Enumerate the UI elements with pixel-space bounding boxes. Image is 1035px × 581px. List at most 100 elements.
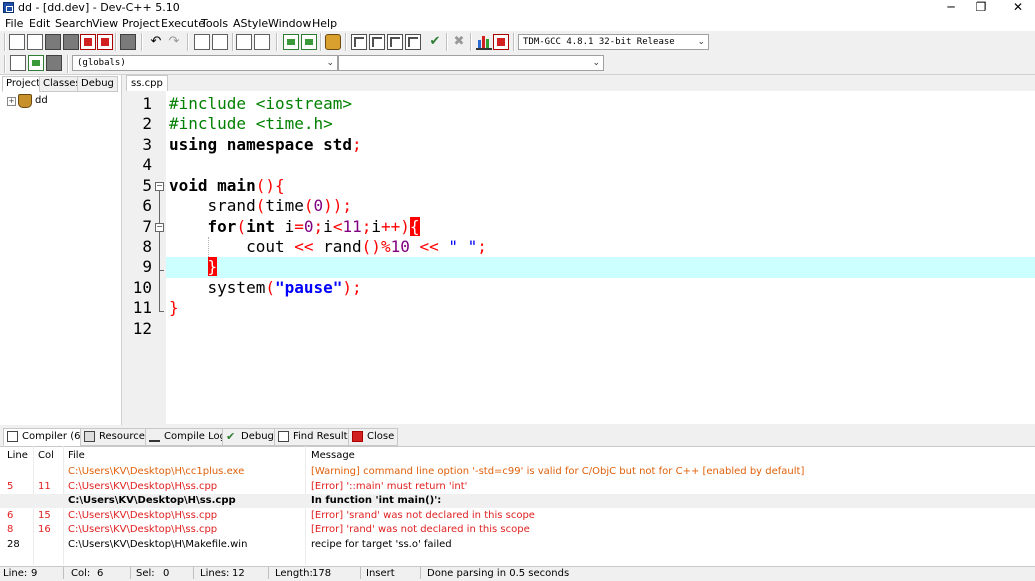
code-token: < (332, 217, 343, 236)
code-token: ( (303, 196, 314, 215)
status-col-value: 6 (97, 568, 104, 579)
menu-tools[interactable]: Tools (201, 17, 228, 30)
line-number: 6 (142, 196, 152, 215)
column-header-message[interactable]: Message (311, 450, 355, 461)
table-row[interactable]: 6 15 C:\Users\KV\Desktop\H\ss.cpp [Error] '… (0, 509, 1035, 523)
tab-compile-log[interactable]: Compile Log (145, 428, 230, 446)
code-line-9: } (169, 257, 218, 277)
tab-close[interactable]: Close (348, 428, 399, 446)
status-length-value: 178 (312, 568, 332, 579)
menu-astyle[interactable]: AStyle (233, 17, 268, 30)
code-token: i (371, 217, 381, 236)
line-number: 8 (142, 237, 152, 256)
cell-file: C:\Users\KV\Desktop\H\ss.cpp (68, 524, 218, 535)
tab-compiler[interactable]: Compiler (6) (3, 428, 89, 446)
stop-execution-icon[interactable]: ✖ (451, 34, 467, 50)
editor-tab-ss-cpp[interactable]: ss.cpp (126, 75, 168, 91)
menu-help[interactable]: Help (312, 17, 337, 30)
status-separator (193, 567, 194, 579)
compile-icon[interactable] (351, 34, 367, 50)
column-header-file[interactable]: File (68, 450, 85, 461)
menu-edit[interactable]: Edit (29, 17, 50, 30)
toolbar-separator (345, 33, 347, 51)
menu-file[interactable]: File (5, 17, 23, 30)
save-all-icon[interactable] (63, 34, 79, 50)
find-icon[interactable] (194, 34, 210, 50)
code-line-6: srand(time(0)); (169, 196, 353, 216)
project-options-icon[interactable] (325, 34, 341, 50)
table-row[interactable]: C:\Users\KV\Desktop\H\ss.cpp In function … (0, 494, 1035, 508)
table-row[interactable]: 28 C:\Users\KV\Desktop\H\Makefile.win reci… (0, 538, 1035, 552)
code-line-1: #include <iostream> (169, 94, 352, 114)
member-select[interactable]: ⌄ (338, 55, 604, 71)
table-row[interactable]: 8 16 C:\Users\KV\Desktop\H\ss.cpp [Error] '… (0, 523, 1035, 537)
line-number: 7 (142, 217, 152, 236)
replace-icon[interactable] (212, 34, 228, 50)
compiler-select-value: TDM-GCC 4.8.1 32-bit Release (523, 37, 675, 47)
code-token: i (323, 217, 333, 236)
class-select[interactable]: (globals) ⌄ (72, 55, 338, 71)
code-token: for (169, 217, 237, 236)
run-icon[interactable] (369, 34, 385, 50)
tab-project[interactable]: Project (2, 76, 45, 92)
column-header-line[interactable]: Line (7, 450, 28, 461)
new-file-icon[interactable] (9, 34, 25, 50)
open-file-icon[interactable] (27, 34, 43, 50)
compiler-select[interactable]: TDM-GCC 4.8.1 32-bit Release ⌄ (518, 34, 709, 50)
code-token: 0 (313, 196, 324, 215)
goto-bookmark-icon[interactable] (46, 55, 62, 71)
tab-debug-output[interactable]: ✔ Debug (222, 428, 278, 446)
project-icon (18, 94, 32, 108)
menu-window[interactable]: Window (268, 17, 311, 30)
print-icon[interactable] (120, 34, 136, 50)
status-line-value: 9 (31, 568, 38, 579)
cell-message: [Error] 'srand' was not declared in this… (311, 510, 535, 521)
compile-run-icon[interactable] (387, 34, 403, 50)
rebuild-all-icon[interactable] (405, 34, 421, 50)
new-project-icon[interactable] (283, 34, 299, 50)
tab-find-results[interactable]: Find Results (274, 428, 357, 446)
toolbar-separator (232, 33, 234, 51)
code-token: 0 (303, 217, 314, 236)
menu-execute[interactable]: Execute (161, 17, 205, 30)
redo-icon[interactable]: ↷ (166, 34, 182, 50)
bookmark-icon[interactable] (254, 34, 270, 50)
table-row[interactable]: 5 11 C:\Users\KV\Desktop\H\ss.cpp [Error] '… (0, 480, 1035, 494)
add-to-project-icon[interactable] (301, 34, 317, 50)
tab-resources[interactable]: Resources (80, 428, 155, 446)
line-number: 11 (132, 298, 152, 317)
tree-expander-icon[interactable]: + (7, 97, 16, 106)
tab-debug[interactable]: Debug (77, 76, 118, 92)
save-icon[interactable] (45, 34, 61, 50)
fold-toggle-icon[interactable]: − (155, 223, 164, 232)
close-button[interactable]: ✕ (1003, 0, 1033, 16)
undo-icon[interactable]: ↶ (148, 34, 164, 50)
table-row[interactable]: C:\Users\KV\Desktop\H\cc1plus.exe [Warnin… (0, 465, 1035, 479)
cell-message: In function 'int main()': (311, 495, 442, 506)
window-title: dd - [dd.dev] - Dev-C++ 5.10 (18, 1, 180, 14)
cell-file: C:\Users\KV\Desktop\H\ss.cpp (68, 510, 218, 521)
toolbar-separator (141, 33, 143, 51)
toggle-bookmark-icon[interactable] (28, 55, 44, 71)
line-number: 9 (142, 257, 152, 276)
menu-view[interactable]: View (92, 17, 118, 30)
delete-profile-icon[interactable] (493, 34, 509, 50)
tree-item-project[interactable]: dd (35, 95, 48, 106)
column-header-col[interactable]: Col (38, 450, 54, 461)
goto-line-icon[interactable] (236, 34, 252, 50)
menu-search[interactable]: Search (55, 17, 93, 30)
cell-line: 8 (7, 524, 14, 535)
syntax-check-icon[interactable]: ✔ (427, 34, 443, 50)
line-number: 10 (132, 278, 152, 297)
close-file-icon[interactable] (80, 34, 96, 50)
menu-project[interactable]: Project (122, 17, 160, 30)
close-all-icon[interactable] (97, 34, 113, 50)
code-token: ( (255, 196, 266, 215)
toolbar-separator (276, 33, 278, 51)
restore-button[interactable]: ❐ (966, 0, 996, 16)
fold-toggle-icon[interactable]: − (155, 182, 164, 191)
minimize-button[interactable]: ─ (936, 0, 966, 16)
insert-code-icon[interactable] (10, 55, 26, 71)
line-number: 1 (142, 94, 152, 113)
profile-chart-icon[interactable] (476, 34, 492, 50)
